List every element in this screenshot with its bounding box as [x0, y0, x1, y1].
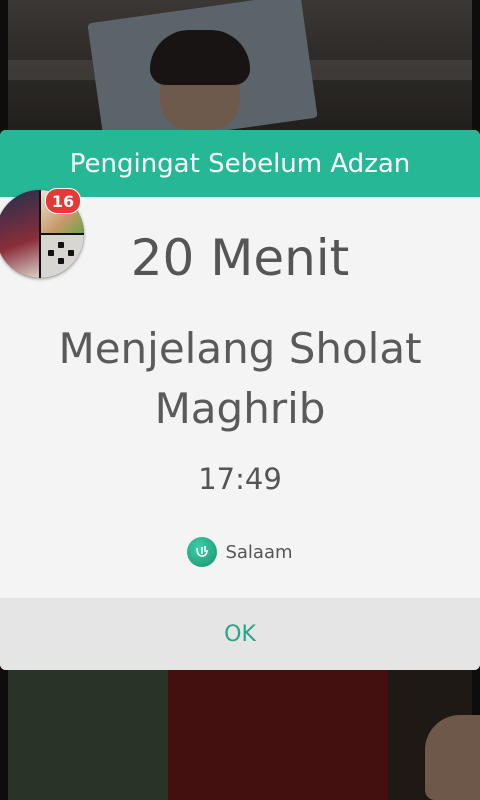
ok-button-label: OK: [224, 621, 256, 647]
app-name: Salaam: [225, 541, 293, 563]
dice-dot: [58, 258, 64, 264]
avatar-segment-1: [0, 190, 40, 278]
messenger-chathead[interactable]: 16: [0, 188, 84, 284]
app-attribution: Salaam: [0, 537, 480, 567]
salaam-app-icon: [187, 537, 218, 567]
dialog-title: Pengingat Sebelum Adzan: [69, 148, 411, 179]
dice-dot: [58, 242, 64, 248]
unread-count-badge: 16: [45, 188, 81, 214]
dice-dot: [48, 250, 54, 256]
avatar-divider: [40, 233, 84, 235]
prayer-name: Menjelang Sholat Maghrib: [58, 324, 422, 433]
dice-dot: [68, 250, 74, 256]
dialog-header: Pengingat Sebelum Adzan: [0, 130, 480, 197]
prayer-time: 17:49: [198, 462, 282, 496]
avatar-segment-3: [40, 234, 84, 278]
ok-button[interactable]: OK: [0, 598, 480, 670]
